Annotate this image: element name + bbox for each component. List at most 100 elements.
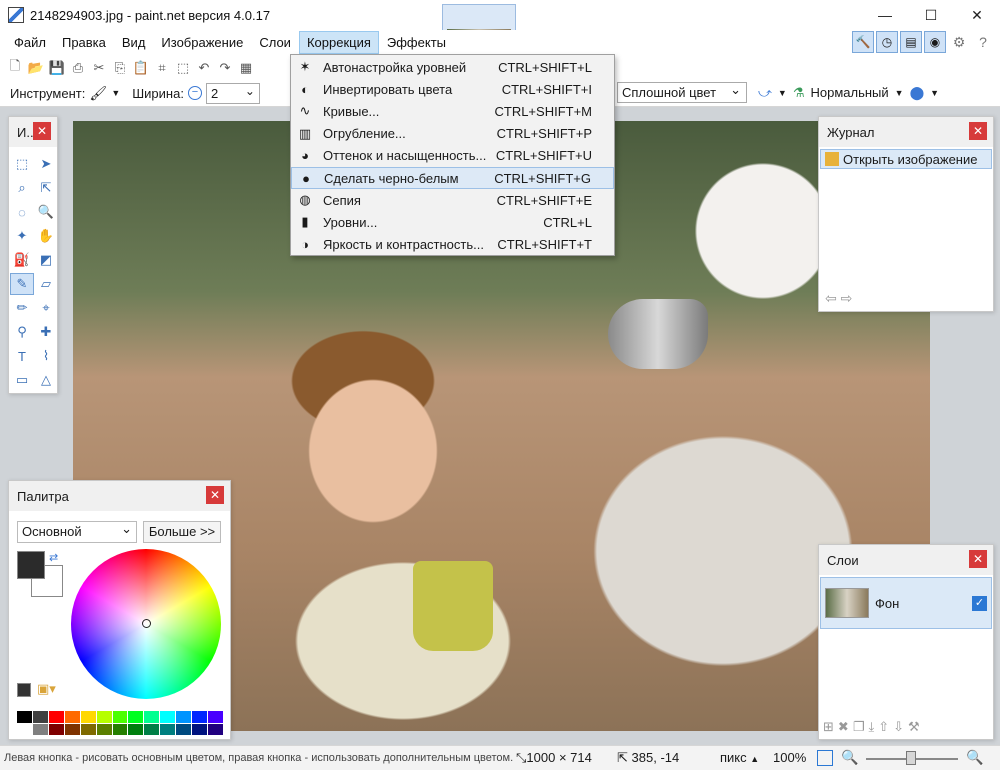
pan-icon[interactable]: ✋ [34,225,58,247]
help-icon[interactable]: ? [972,31,994,53]
palette-swatch[interactable] [128,723,144,735]
tools-panel-header[interactable]: И... ✕ [9,117,57,147]
move-layer-down-icon[interactable]: ⇩ [893,719,904,735]
swap-colors-icon[interactable]: ⇄ [49,551,58,564]
palette-swatch[interactable] [192,723,208,735]
layer-properties-icon[interactable]: ⚒ [908,719,920,735]
color-picker-icon[interactable]: ⌖ [34,297,58,319]
palette-panel-header[interactable]: Палитра ✕ [9,481,230,511]
history-window-toggle-icon[interactable]: ◷ [876,31,898,53]
history-item[interactable]: Открыть изображение [820,149,992,169]
redo-icon[interactable]: ↷ [216,59,234,77]
deselect-icon[interactable]: ⬚ [174,59,192,77]
close-button[interactable]: ✕ [954,0,1000,30]
palette-swatch[interactable] [160,723,176,735]
palette-swatch[interactable] [192,711,208,723]
palette-mode-select[interactable]: Основной [17,519,137,543]
units-selector[interactable]: пикс ▲ [720,750,759,765]
blend-mode-dropdown-icon[interactable]: ▼ [895,88,904,98]
delete-layer-icon[interactable]: ✖ [838,719,849,735]
zoom-to-window-icon[interactable] [817,750,833,766]
palette-swatch[interactable] [80,711,96,723]
eraser-icon[interactable]: ▱ [34,273,58,295]
palette-swatch[interactable] [208,723,223,735]
merge-layer-icon[interactable]: ⤓ [868,719,874,735]
layers-panel-header[interactable]: Слои ✕ [819,545,993,575]
recolor-icon[interactable]: ✚ [34,321,58,343]
palette-swatch[interactable] [96,723,112,735]
menu-image[interactable]: Изображение [153,31,251,54]
tools-window-toggle-icon[interactable]: 🔨 [852,31,874,53]
save-icon[interactable]: 💾 [48,59,66,77]
menu-effects[interactable]: Эффекты [379,31,454,54]
tools-panel-close-icon[interactable]: ✕ [33,122,51,140]
history-panel-header[interactable]: Журнал ✕ [819,117,993,147]
palette-swatch[interactable] [48,711,64,723]
menu-item-invert-colors[interactable]: ◐ Инвертировать цвета CTRL+SHIFT+I [291,78,614,100]
fill-mode-select[interactable]: Сплошной цвет [617,80,747,103]
blend-mode-label[interactable]: Нормальный [810,85,888,100]
menu-item-sepia[interactable]: ◍ Сепия CTRL+SHIFT+E [291,189,614,211]
rectangle-select-icon[interactable]: ⬚ [10,153,34,175]
grid-icon[interactable]: ▦ [237,59,255,77]
layers-panel-close-icon[interactable]: ✕ [969,550,987,568]
palette-swatch[interactable] [208,711,223,723]
primary-color-swatch[interactable] [17,551,45,579]
palette-swatch[interactable] [144,711,160,723]
zoom-slider-knob[interactable] [906,751,916,765]
antialias-dropdown-icon[interactable]: ▼ [778,88,787,98]
palette-swatch[interactable] [32,711,48,723]
paste-icon[interactable]: 📋 [132,59,150,77]
clone-stamp-icon[interactable]: ⚲ [10,321,34,343]
shapes-icon[interactable]: ▭ [10,369,34,391]
palette-swatch[interactable] [96,711,112,723]
menu-item-brightness-contrast[interactable]: ◑ Яркость и контрастность... CTRL+SHIFT+T [291,234,614,256]
undo-icon[interactable]: ↶ [195,59,213,77]
palette-swatch[interactable] [176,711,192,723]
duplicate-layer-icon[interactable]: ❐ [853,719,865,735]
menu-adjustments[interactable]: Коррекция [298,31,379,54]
palette-swatch[interactable] [32,723,48,735]
minimize-button[interactable]: — [862,0,908,30]
palette-swatch[interactable] [144,723,160,735]
paintbrush-tool-icon[interactable]: ✎ [10,273,34,295]
color-wheel-cursor[interactable] [142,619,151,628]
palette-swatch[interactable] [112,723,128,735]
menu-item-posterize[interactable]: ▥ Огрубление... CTRL+SHIFT+P [291,123,614,145]
paintbrush-icon[interactable]: 🖌 [89,85,111,102]
print-icon[interactable]: ⎙ [69,59,87,77]
selection-mode-icon[interactable]: ⬤ [910,85,925,101]
crop-icon[interactable]: ⌗ [153,59,171,77]
palette-swatch[interactable] [17,723,32,735]
layers-window-toggle-icon[interactable]: ▤ [900,31,922,53]
zoom-level[interactable]: 100% [773,750,806,765]
selection-mode-dropdown-icon[interactable]: ▼ [930,88,939,98]
menu-layers[interactable]: Слои [251,31,299,54]
settings-gear-icon[interactable]: ⚙ [948,31,970,53]
antialias-icon[interactable]: ⤻ [758,85,772,101]
zoom-out-icon[interactable]: 🔍 [841,749,858,766]
zoom-icon[interactable]: 🔍 [34,201,58,223]
default-colors-icon[interactable] [17,683,31,697]
palette-swatch[interactable] [48,723,64,735]
palette-swatch[interactable] [64,711,80,723]
menu-item-black-white[interactable]: ● Сделать черно-белым CTRL+SHIFT+G [291,166,614,190]
palette-swatch[interactable] [17,711,32,723]
move-selected-icon[interactable]: ➤ [34,153,58,175]
layer-visibility-checkbox[interactable]: ✓ [972,596,987,611]
cut-icon[interactable]: ✂ [90,59,108,77]
palette-panel-close-icon[interactable]: ✕ [206,486,224,504]
width-decrease-icon[interactable]: − [187,86,202,100]
palette-menu-icon[interactable]: ▣▾ [37,681,56,697]
palette-swatch[interactable] [128,711,144,723]
palette-swatch[interactable] [160,711,176,723]
palette-swatch[interactable] [64,723,80,735]
palette-swatch[interactable] [80,723,96,735]
pencil-icon[interactable]: ✏ [10,297,34,319]
maximize-button[interactable]: ☐ [908,0,954,30]
move-layer-up-icon[interactable]: ⇧ [878,719,889,735]
menu-edit[interactable]: Правка [54,31,114,54]
open-file-icon[interactable]: 📂 [27,59,45,77]
menu-item-levels[interactable]: ▮ Уровни... CTRL+L [291,211,614,233]
palette-swatches[interactable] [17,711,223,735]
